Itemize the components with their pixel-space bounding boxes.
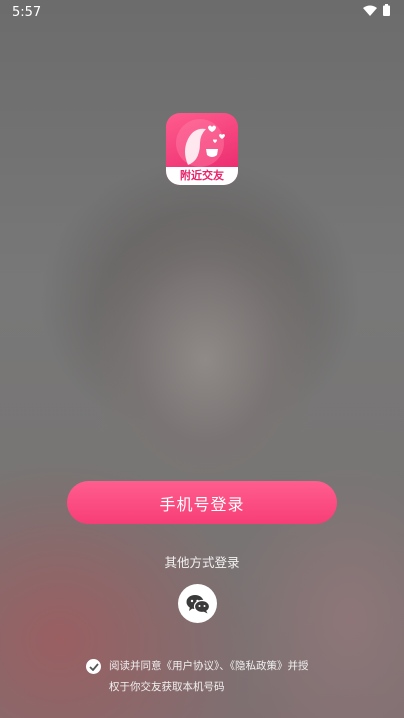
agreement-checkbox[interactable] — [86, 659, 101, 674]
agreement-line-1[interactable]: 阅读并同意《用户协议》、《隐私政策》并授 — [109, 656, 309, 677]
agreement-line-2: 权于你交友获取本机号码 — [109, 681, 225, 693]
wechat-icon — [186, 594, 210, 613]
agreement: 阅读并同意《用户协议》、《隐私政策》并授 权于你交友获取本机号码 — [86, 656, 336, 698]
other-login-methods-label: 其他方式登录 — [164, 555, 240, 570]
phone-login-label: 手机号登录 — [159, 496, 245, 514]
agreement-text: 阅读并同意《用户协议》、《隐私政策》并授 权于你交友获取本机号码 — [109, 656, 309, 698]
login-screen: 5:57 附近交友 手机号登录 其他方式登录 阅读并同意《用户协议》、《隐私政策… — [0, 0, 404, 718]
logo-caption: 附近交友 — [166, 167, 238, 185]
app-logo-icon — [176, 119, 225, 167]
app-logo: 附近交友 — [166, 113, 238, 185]
status-bar: 5:57 — [0, 0, 404, 24]
battery-icon — [383, 4, 390, 20]
checkmark-icon — [88, 662, 99, 671]
status-icons — [363, 4, 390, 20]
wechat-login-button[interactable] — [178, 584, 217, 623]
phone-login-button[interactable]: 手机号登录 — [67, 481, 337, 524]
status-time: 5:57 — [12, 4, 42, 20]
wifi-icon — [363, 5, 377, 20]
